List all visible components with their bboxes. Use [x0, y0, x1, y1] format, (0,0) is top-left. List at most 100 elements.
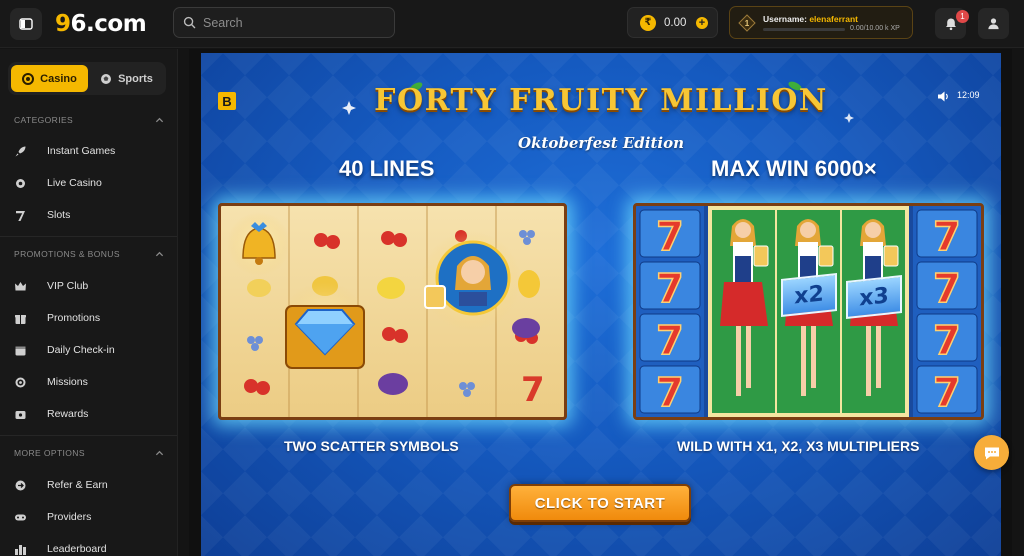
svg-text:7: 7 — [933, 370, 961, 416]
calendar-icon — [14, 344, 27, 357]
sidebar-item-label: VIP Club — [47, 280, 89, 292]
sports-ball-icon — [101, 73, 112, 84]
sidebar-divider — [0, 236, 177, 237]
casino-tab[interactable]: Casino — [11, 65, 88, 92]
deposit-plus-button[interactable]: + — [696, 17, 708, 29]
svg-text:7: 7 — [656, 266, 684, 312]
chevron-up-icon — [155, 450, 164, 455]
scatter-reels-art: 7 — [227, 206, 545, 417]
rupee-coin-icon: ₹ — [640, 14, 656, 31]
sidebar-item-label: Promotions — [47, 312, 101, 324]
svg-text:1: 1 — [745, 19, 750, 28]
target-icon — [14, 376, 27, 389]
slot-seven-icon — [14, 209, 27, 222]
svg-text:7: 7 — [656, 370, 684, 416]
casino-chip-icon — [22, 72, 35, 85]
sidebar-item-providers[interactable]: Providers — [14, 507, 164, 527]
leaderboard-icon — [14, 543, 27, 556]
site-logo[interactable]: 96.com — [55, 9, 147, 39]
live-chat-button[interactable] — [974, 435, 1009, 470]
sidebar: Casino Sports CATEGORIES Instant Games L… — [0, 49, 178, 556]
svg-text:7: 7 — [933, 214, 961, 260]
wallet-balance[interactable]: ₹ 0.00 + — [627, 7, 718, 38]
xp-text: 0.00/10.00 k XP — [850, 25, 900, 32]
section-title: CATEGORIES — [14, 115, 74, 125]
sidebar-item-label: Missions — [47, 376, 88, 388]
section-title: PROMOTIONS & BONUS — [14, 249, 120, 259]
notification-count-badge: 1 — [956, 10, 969, 23]
search-box[interactable] — [173, 7, 395, 38]
notifications-button[interactable]: 1 — [935, 8, 969, 39]
sidebar-item-label: Live Casino — [47, 177, 102, 189]
sidebar-toggle-icon — [19, 18, 33, 30]
svg-text:7: 7 — [656, 214, 684, 260]
max-win-heading: MAX WIN 6000× — [711, 156, 877, 181]
xp-progress-bar — [763, 28, 845, 31]
logo-domain: 6.com — [70, 11, 147, 37]
svg-text:7: 7 — [656, 318, 684, 364]
casino-tab-label: Casino — [40, 72, 77, 85]
username-line: Username: elenaferrant — [763, 14, 858, 24]
wild-preview-panel: 7 7 7 7 7 7 7 7 x2 x3 — [633, 203, 984, 420]
sidebar-item-daily-check-in[interactable]: Daily Check-in — [14, 340, 164, 360]
sidebar-item-label: Leaderboard — [47, 543, 107, 555]
lines-heading: 40 LINES — [339, 156, 435, 181]
sidebar-item-rewards[interactable]: Rewards — [14, 404, 164, 424]
live-casino-icon — [14, 177, 27, 190]
sidebar-divider — [0, 435, 177, 436]
sidebar-item-label: Daily Check-in — [47, 344, 115, 356]
sidebar-item-label: Rewards — [47, 408, 89, 420]
game-subtitle: Oktoberfest Edition — [517, 134, 685, 152]
reward-icon — [14, 408, 27, 421]
user-icon — [988, 18, 999, 30]
menu-toggle-button[interactable] — [10, 8, 42, 40]
sports-tab-label: Sports — [118, 72, 153, 85]
sidebar-item-promotions[interactable]: Promotions — [14, 308, 164, 328]
user-level-card[interactable]: 1 Username: elenaferrant 0.00/10.00 k XP — [729, 6, 913, 39]
game-title: FORTY FRUITY MILLION — [374, 83, 828, 118]
section-header-categories[interactable]: CATEGORIES — [14, 112, 164, 128]
section-header-promotions[interactable]: PROMOTIONS & BONUS — [14, 246, 164, 262]
section-title: MORE OPTIONS — [14, 448, 85, 458]
crown-icon — [14, 280, 27, 293]
chevron-up-icon — [155, 117, 164, 122]
sidebar-item-label: Providers — [47, 511, 92, 523]
multiplier-x3-badge: x3 — [846, 275, 902, 319]
sidebar-item-instant-games[interactable]: Instant Games — [14, 141, 164, 161]
casino-sports-switch: Casino Sports — [8, 62, 166, 95]
multiplier-x2-badge: x2 — [781, 273, 837, 317]
gift-icon — [14, 312, 27, 325]
scatter-preview-panel: 7 — [218, 203, 567, 420]
balance-value: 0.00 — [664, 16, 687, 29]
section-header-more-options[interactable]: MORE OPTIONS — [14, 445, 164, 461]
sidebar-item-live-casino[interactable]: Live Casino — [14, 173, 164, 193]
profile-button[interactable] — [978, 8, 1009, 39]
sidebar-item-label: Slots — [47, 209, 71, 221]
sidebar-item-refer-earn[interactable]: Refer & Earn — [14, 475, 164, 495]
svg-text:7: 7 — [933, 266, 961, 312]
sidebar-item-slots[interactable]: Slots — [14, 205, 164, 225]
sports-tab[interactable]: Sports — [90, 65, 163, 92]
search-input[interactable] — [203, 15, 383, 30]
sidebar-item-missions[interactable]: Missions — [14, 372, 164, 392]
sidebar-item-label: Instant Games — [47, 145, 116, 157]
svg-text:7: 7 — [933, 318, 961, 364]
sidebar-item-vip-club[interactable]: VIP Club — [14, 276, 164, 296]
chat-bubble-icon — [984, 447, 999, 459]
scatter-caption: TWO SCATTER SYMBOLS — [284, 438, 459, 454]
sidebar-item-label: Refer & Earn — [47, 479, 108, 491]
username-label: Username: — [763, 14, 807, 24]
rocket-icon — [14, 145, 27, 158]
top-header: 96.com ₹ 0.00 + 1 Username: elenaferrant… — [0, 0, 1024, 48]
providers-icon — [14, 511, 27, 524]
svg-text:7: 7 — [521, 370, 545, 410]
username-value: elenaferrant — [809, 14, 858, 24]
game-canvas[interactable]: B 12:09 FORTY FRUITY MILLION Oktoberfest… — [201, 53, 1001, 556]
level-badge-icon: 1 — [738, 14, 756, 32]
game-container: B 12:09 FORTY FRUITY MILLION Oktoberfest… — [189, 49, 1012, 556]
chevron-up-icon — [155, 251, 164, 256]
click-to-start-button[interactable]: CLICK TO START — [509, 484, 691, 522]
refer-icon — [14, 479, 27, 492]
sidebar-item-leaderboard[interactable]: Leaderboard — [14, 539, 164, 556]
wild-caption: WILD WITH X1, X2, X3 MULTIPLIERS — [677, 438, 920, 454]
